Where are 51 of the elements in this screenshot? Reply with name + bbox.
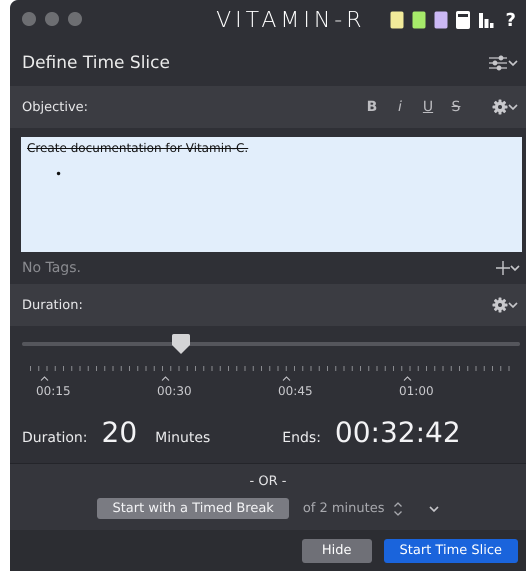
duration-label: Duration:	[22, 298, 83, 312]
chevron-down-icon[interactable]	[510, 264, 520, 272]
zoom-window-icon[interactable]	[68, 12, 82, 26]
format-button[interactable]: S	[442, 99, 470, 115]
duration-value: 20	[102, 416, 138, 449]
caret-icon	[40, 376, 49, 381]
chevron-down-icon[interactable]	[508, 59, 518, 67]
or-separator: - OR -	[250, 474, 286, 489]
break-length[interactable]: of 2 minutes	[302, 501, 385, 516]
sliders-icon[interactable]	[488, 55, 508, 71]
tick-label: 00:45	[278, 376, 399, 398]
end-time: 00:32:42	[334, 416, 461, 449]
slider-thumb[interactable]	[172, 334, 190, 354]
objective-editor[interactable]: Create documentation for Vitamin-C. •	[21, 137, 522, 252]
gear-icon[interactable]	[492, 99, 508, 115]
duration-caption: Duration:	[22, 430, 88, 446]
window-title: Define Time Slice	[22, 53, 170, 73]
add-icon[interactable]	[496, 261, 510, 275]
calculator-icon[interactable]	[456, 11, 470, 29]
duration-slider[interactable]	[22, 334, 520, 356]
format-button[interactable]: B	[358, 99, 386, 115]
caret-icon	[403, 376, 412, 381]
format-button[interactable]: U	[414, 99, 442, 115]
app-logo: VITAMIN-R	[216, 8, 366, 32]
tick-label: 00:30	[157, 376, 278, 398]
minimize-window-icon[interactable]	[45, 12, 59, 26]
tags-text: No Tags.	[22, 260, 81, 276]
timed-break-button[interactable]: Start with a Timed Break	[97, 498, 289, 519]
objective-label: Objective:	[22, 100, 88, 114]
bar-chart-icon[interactable]	[478, 12, 494, 28]
hide-button[interactable]: Hide	[302, 538, 372, 562]
objective-text: Create documentation for Vitamin-C.	[27, 141, 250, 155]
stepper-icon[interactable]	[392, 500, 403, 516]
tick-label: 00:15	[36, 376, 157, 398]
list-bullet: •	[55, 167, 62, 181]
help-button[interactable]: ?	[506, 10, 516, 30]
chevron-down-icon[interactable]	[508, 103, 518, 111]
ends-caption: Ends:	[282, 430, 321, 446]
unit-label: Minutes	[155, 430, 210, 446]
start-button[interactable]: Start Time Slice	[384, 538, 518, 562]
chevron-down-icon[interactable]	[508, 301, 518, 309]
close-window-icon[interactable]	[22, 12, 36, 26]
caret-icon	[282, 376, 291, 381]
tick-label: 01:00	[399, 376, 520, 398]
note-icon[interactable]	[434, 11, 448, 29]
gear-icon[interactable]	[492, 297, 508, 313]
format-button[interactable]: i	[386, 99, 414, 115]
chevron-down-icon[interactable]	[428, 504, 439, 512]
note-icon[interactable]	[390, 11, 404, 29]
note-icon[interactable]	[412, 11, 426, 29]
caret-icon	[161, 376, 170, 381]
